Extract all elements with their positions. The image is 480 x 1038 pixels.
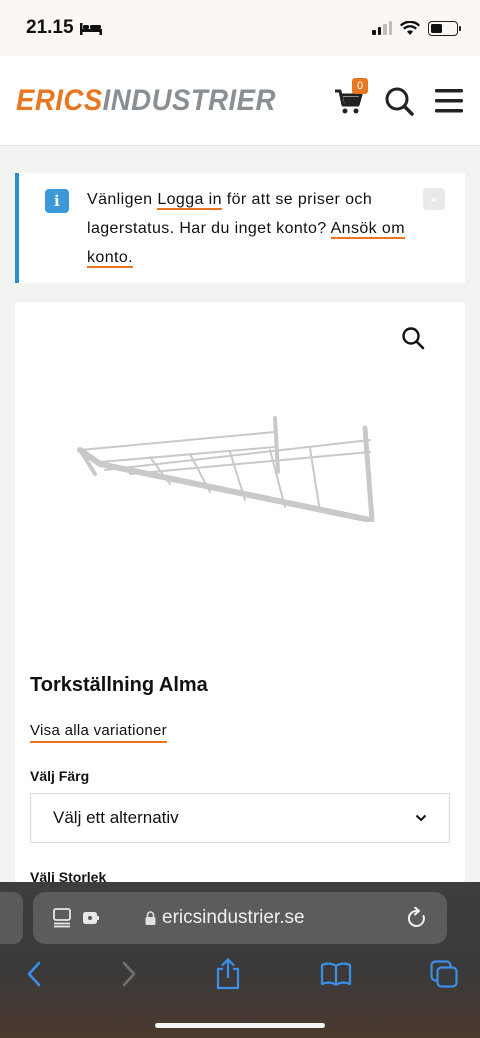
product-image[interactable] — [70, 412, 390, 522]
info-icon: i — [45, 189, 69, 213]
page-menu-icon[interactable] — [53, 908, 101, 928]
notice-text-1: Vänligen — [87, 191, 158, 208]
cart-button[interactable]: 0 — [334, 77, 368, 116]
cart-count-badge: 0 — [352, 77, 368, 94]
battery-icon — [428, 20, 461, 36]
login-link[interactable]: Logga in — [157, 191, 222, 210]
address-bar[interactable]: ericsindustrier.se — [33, 892, 447, 944]
bed-icon — [79, 23, 102, 35]
tabs-icon[interactable] — [430, 960, 458, 988]
header-icons: 0 — [334, 77, 464, 116]
chevron-down-icon — [415, 814, 427, 822]
home-indicator[interactable] — [155, 1023, 325, 1028]
status-time: 21.15 — [26, 17, 74, 38]
status-bar: 21.15 — [0, 0, 480, 56]
status-right — [372, 20, 461, 36]
search-icon[interactable] — [384, 86, 414, 116]
url-display: ericsindustrier.se — [145, 907, 305, 929]
previous-tab-peek[interactable] — [0, 892, 23, 944]
logo-part-erics: ERICS — [16, 83, 103, 117]
logo-part-industrier: INDUSTRIER — [102, 83, 276, 117]
reload-icon[interactable] — [407, 907, 427, 929]
status-left: 21.15 — [26, 17, 102, 39]
menu-icon[interactable] — [434, 88, 464, 114]
zoom-icon[interactable] — [401, 326, 425, 350]
color-select-value: Välj ett alternativ — [53, 808, 179, 827]
cellular-signal-icon — [372, 21, 392, 35]
bookmarks-icon[interactable] — [320, 961, 352, 987]
site-logo[interactable]: ERICSINDUSTRIER — [16, 84, 276, 118]
browser-bottom-bar: ericsindustrier.se — [0, 882, 480, 1038]
login-notice: i × Vänligen Logga in för att se priser … — [15, 173, 465, 283]
share-icon[interactable] — [215, 958, 241, 990]
lock-icon — [145, 911, 156, 925]
wifi-icon — [400, 20, 420, 35]
product-card: Torkställning Alma Visa alla variationer… — [15, 302, 465, 902]
url-text: ericsindustrier.se — [162, 907, 305, 928]
color-select[interactable]: Välj ett alternativ — [30, 793, 450, 843]
browser-toolbar — [0, 954, 480, 994]
product-title: Torkställning Alma — [30, 674, 208, 696]
close-notice-button[interactable]: × — [423, 188, 445, 210]
show-variations-link[interactable]: Visa alla variationer — [30, 722, 167, 743]
site-header: ERICSINDUSTRIER 0 — [0, 56, 480, 146]
color-label: Välj Färg — [30, 768, 90, 784]
back-icon[interactable] — [26, 961, 42, 987]
forward-icon[interactable] — [121, 961, 137, 987]
